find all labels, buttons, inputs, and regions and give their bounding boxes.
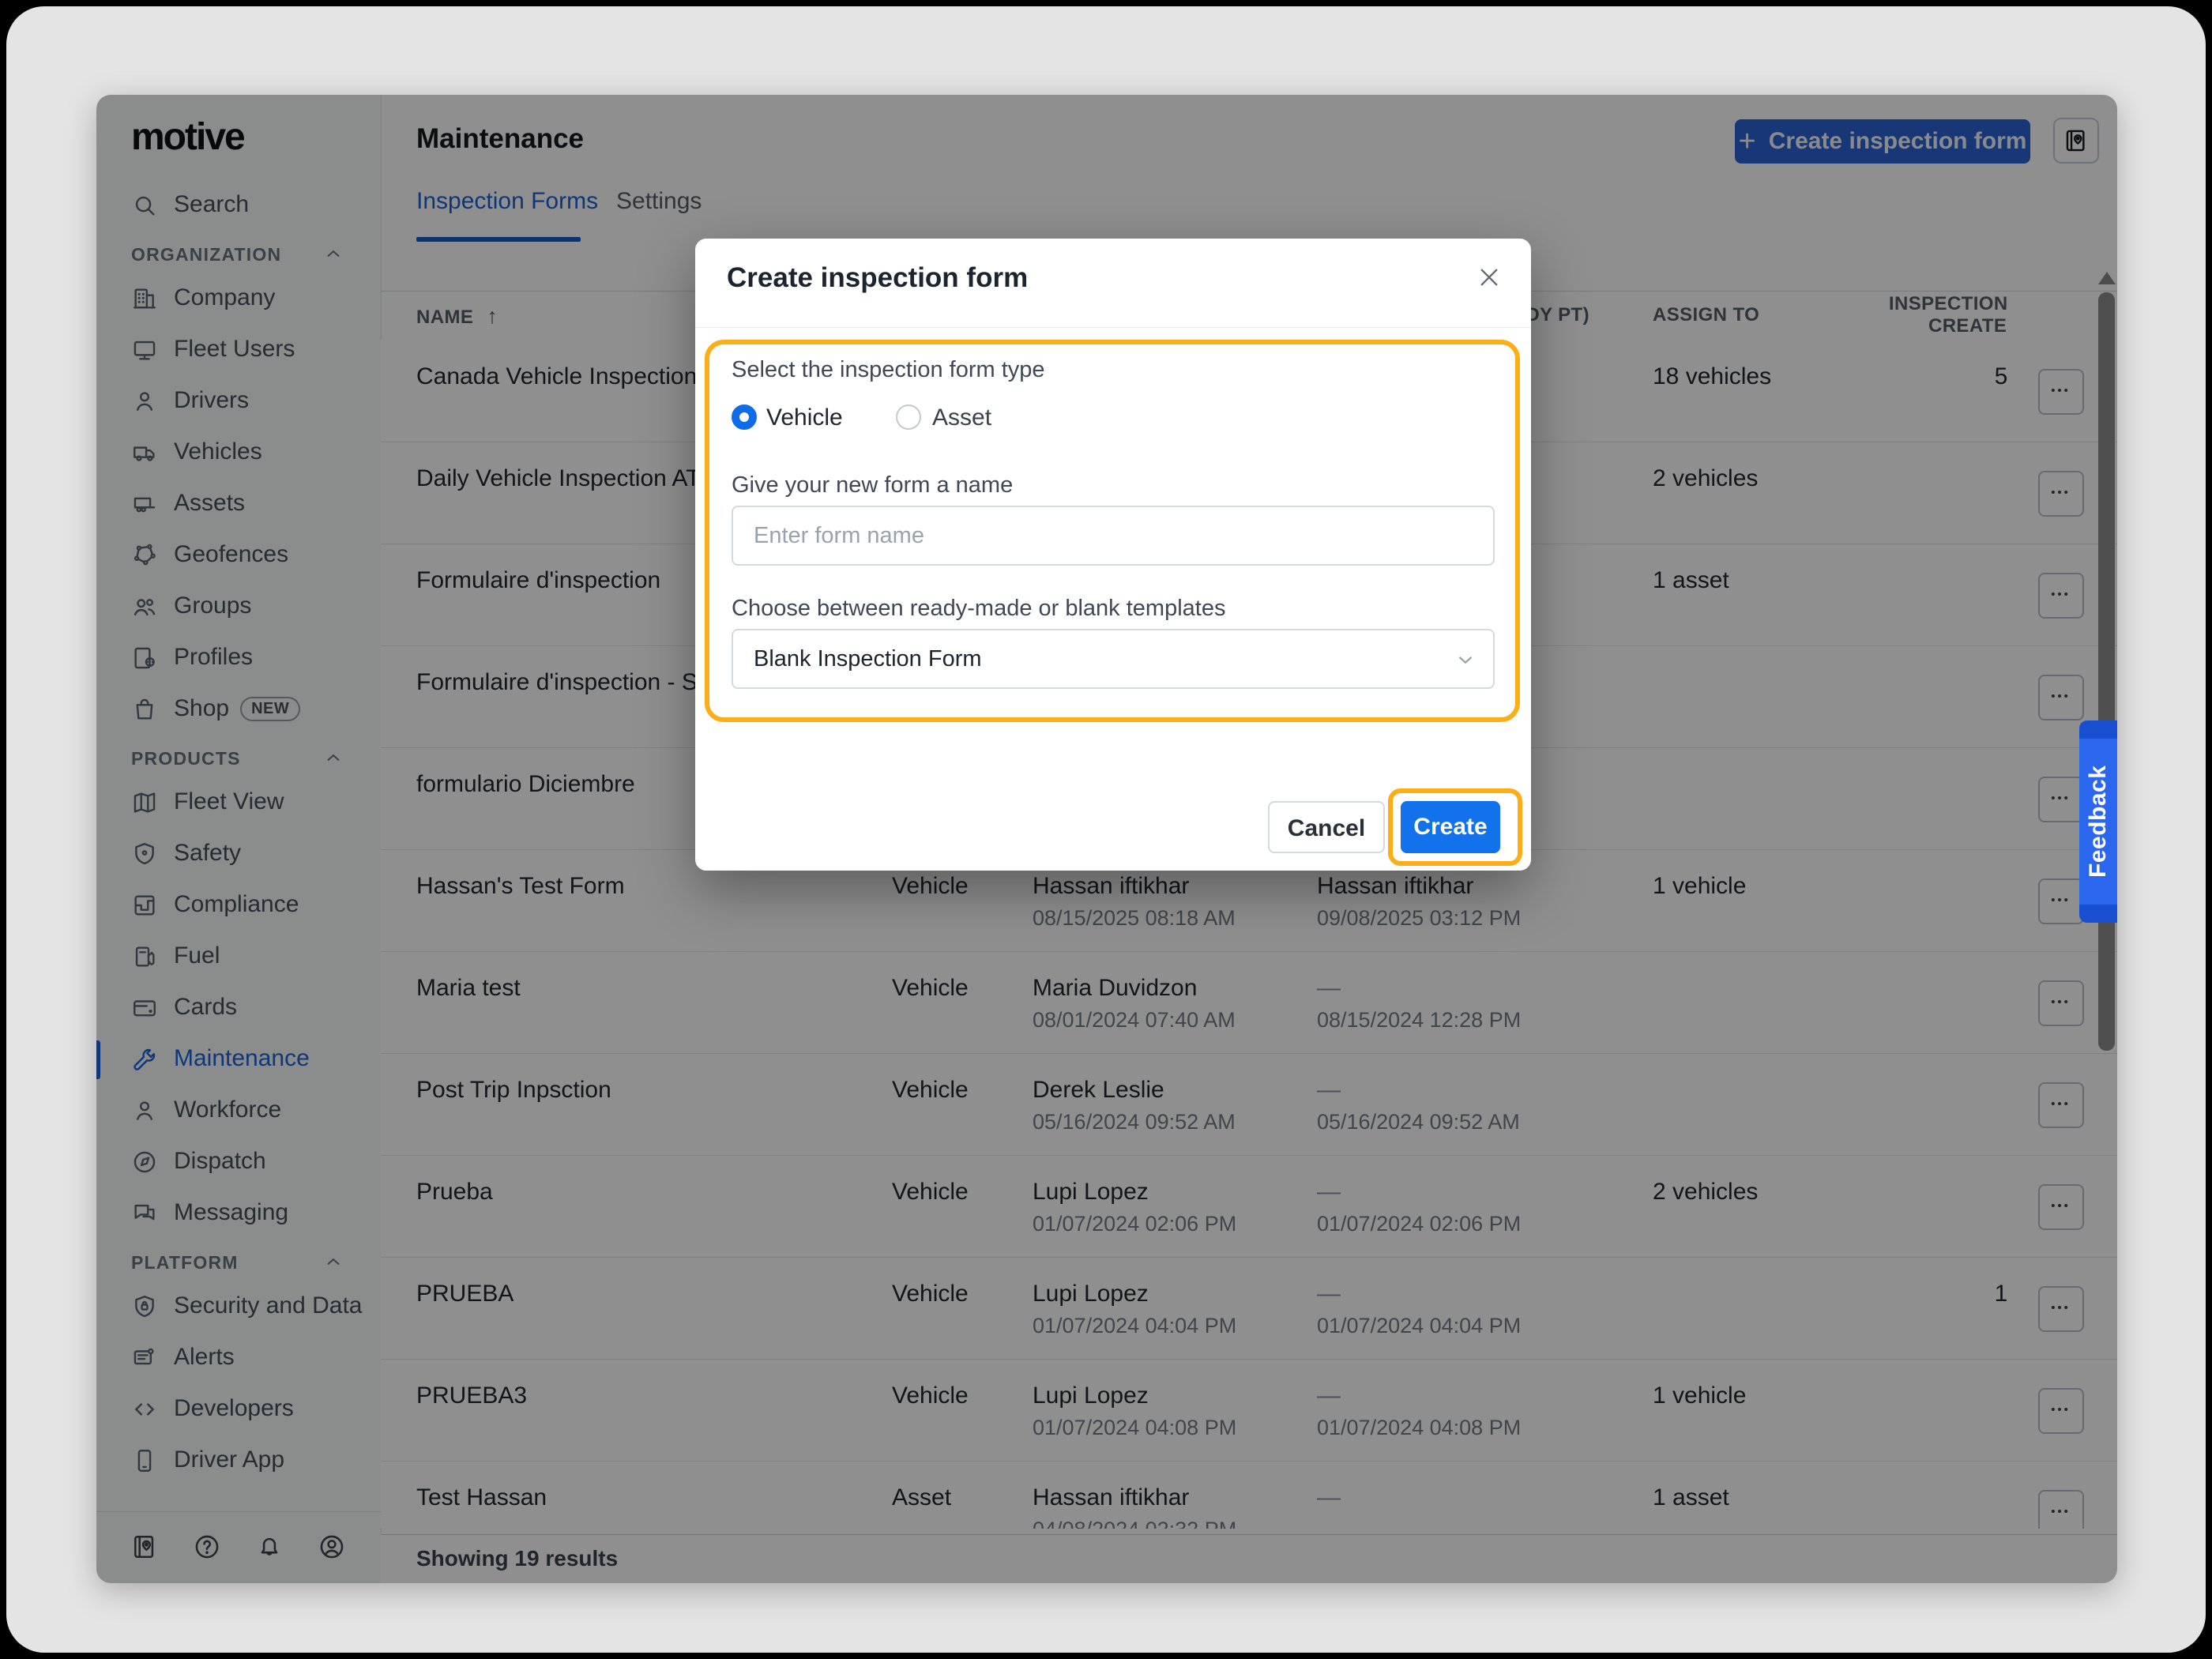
form-name-label: Give your new form a name bbox=[732, 472, 1013, 498]
radio-vehicle[interactable] bbox=[732, 404, 757, 430]
close-icon[interactable] bbox=[1476, 264, 1503, 291]
radio-asset-label[interactable]: Asset bbox=[932, 404, 991, 431]
create-inspection-form-modal: Create inspection form Select the inspec… bbox=[695, 239, 1531, 871]
modal-title: Create inspection form bbox=[727, 262, 1028, 294]
template-label: Choose between ready-made or blank templ… bbox=[732, 596, 1225, 622]
chevron-down-icon bbox=[1454, 648, 1477, 672]
app-window: motive SearchORGANIZATIONCompanyFleet Us… bbox=[96, 95, 2117, 1583]
screen: motive SearchORGANIZATIONCompanyFleet Us… bbox=[0, 0, 2212, 1659]
template-select-value: Blank Inspection Form bbox=[754, 646, 982, 672]
form-type-label: Select the inspection form type bbox=[732, 357, 1045, 383]
radio-asset[interactable] bbox=[896, 404, 921, 430]
feedback-tab-label: Feedback bbox=[2079, 720, 2117, 923]
radio-vehicle-label[interactable]: Vehicle bbox=[766, 404, 843, 431]
template-select[interactable]: Blank Inspection Form bbox=[732, 629, 1495, 689]
create-button[interactable]: Create bbox=[1401, 801, 1500, 853]
cancel-button[interactable]: Cancel bbox=[1268, 801, 1385, 853]
desktop-mat: motive SearchORGANIZATIONCompanyFleet Us… bbox=[6, 6, 2206, 1653]
form-name-input[interactable] bbox=[732, 506, 1495, 566]
modal-divider bbox=[695, 327, 1531, 328]
feedback-tab[interactable]: Feedback bbox=[2079, 720, 2117, 923]
